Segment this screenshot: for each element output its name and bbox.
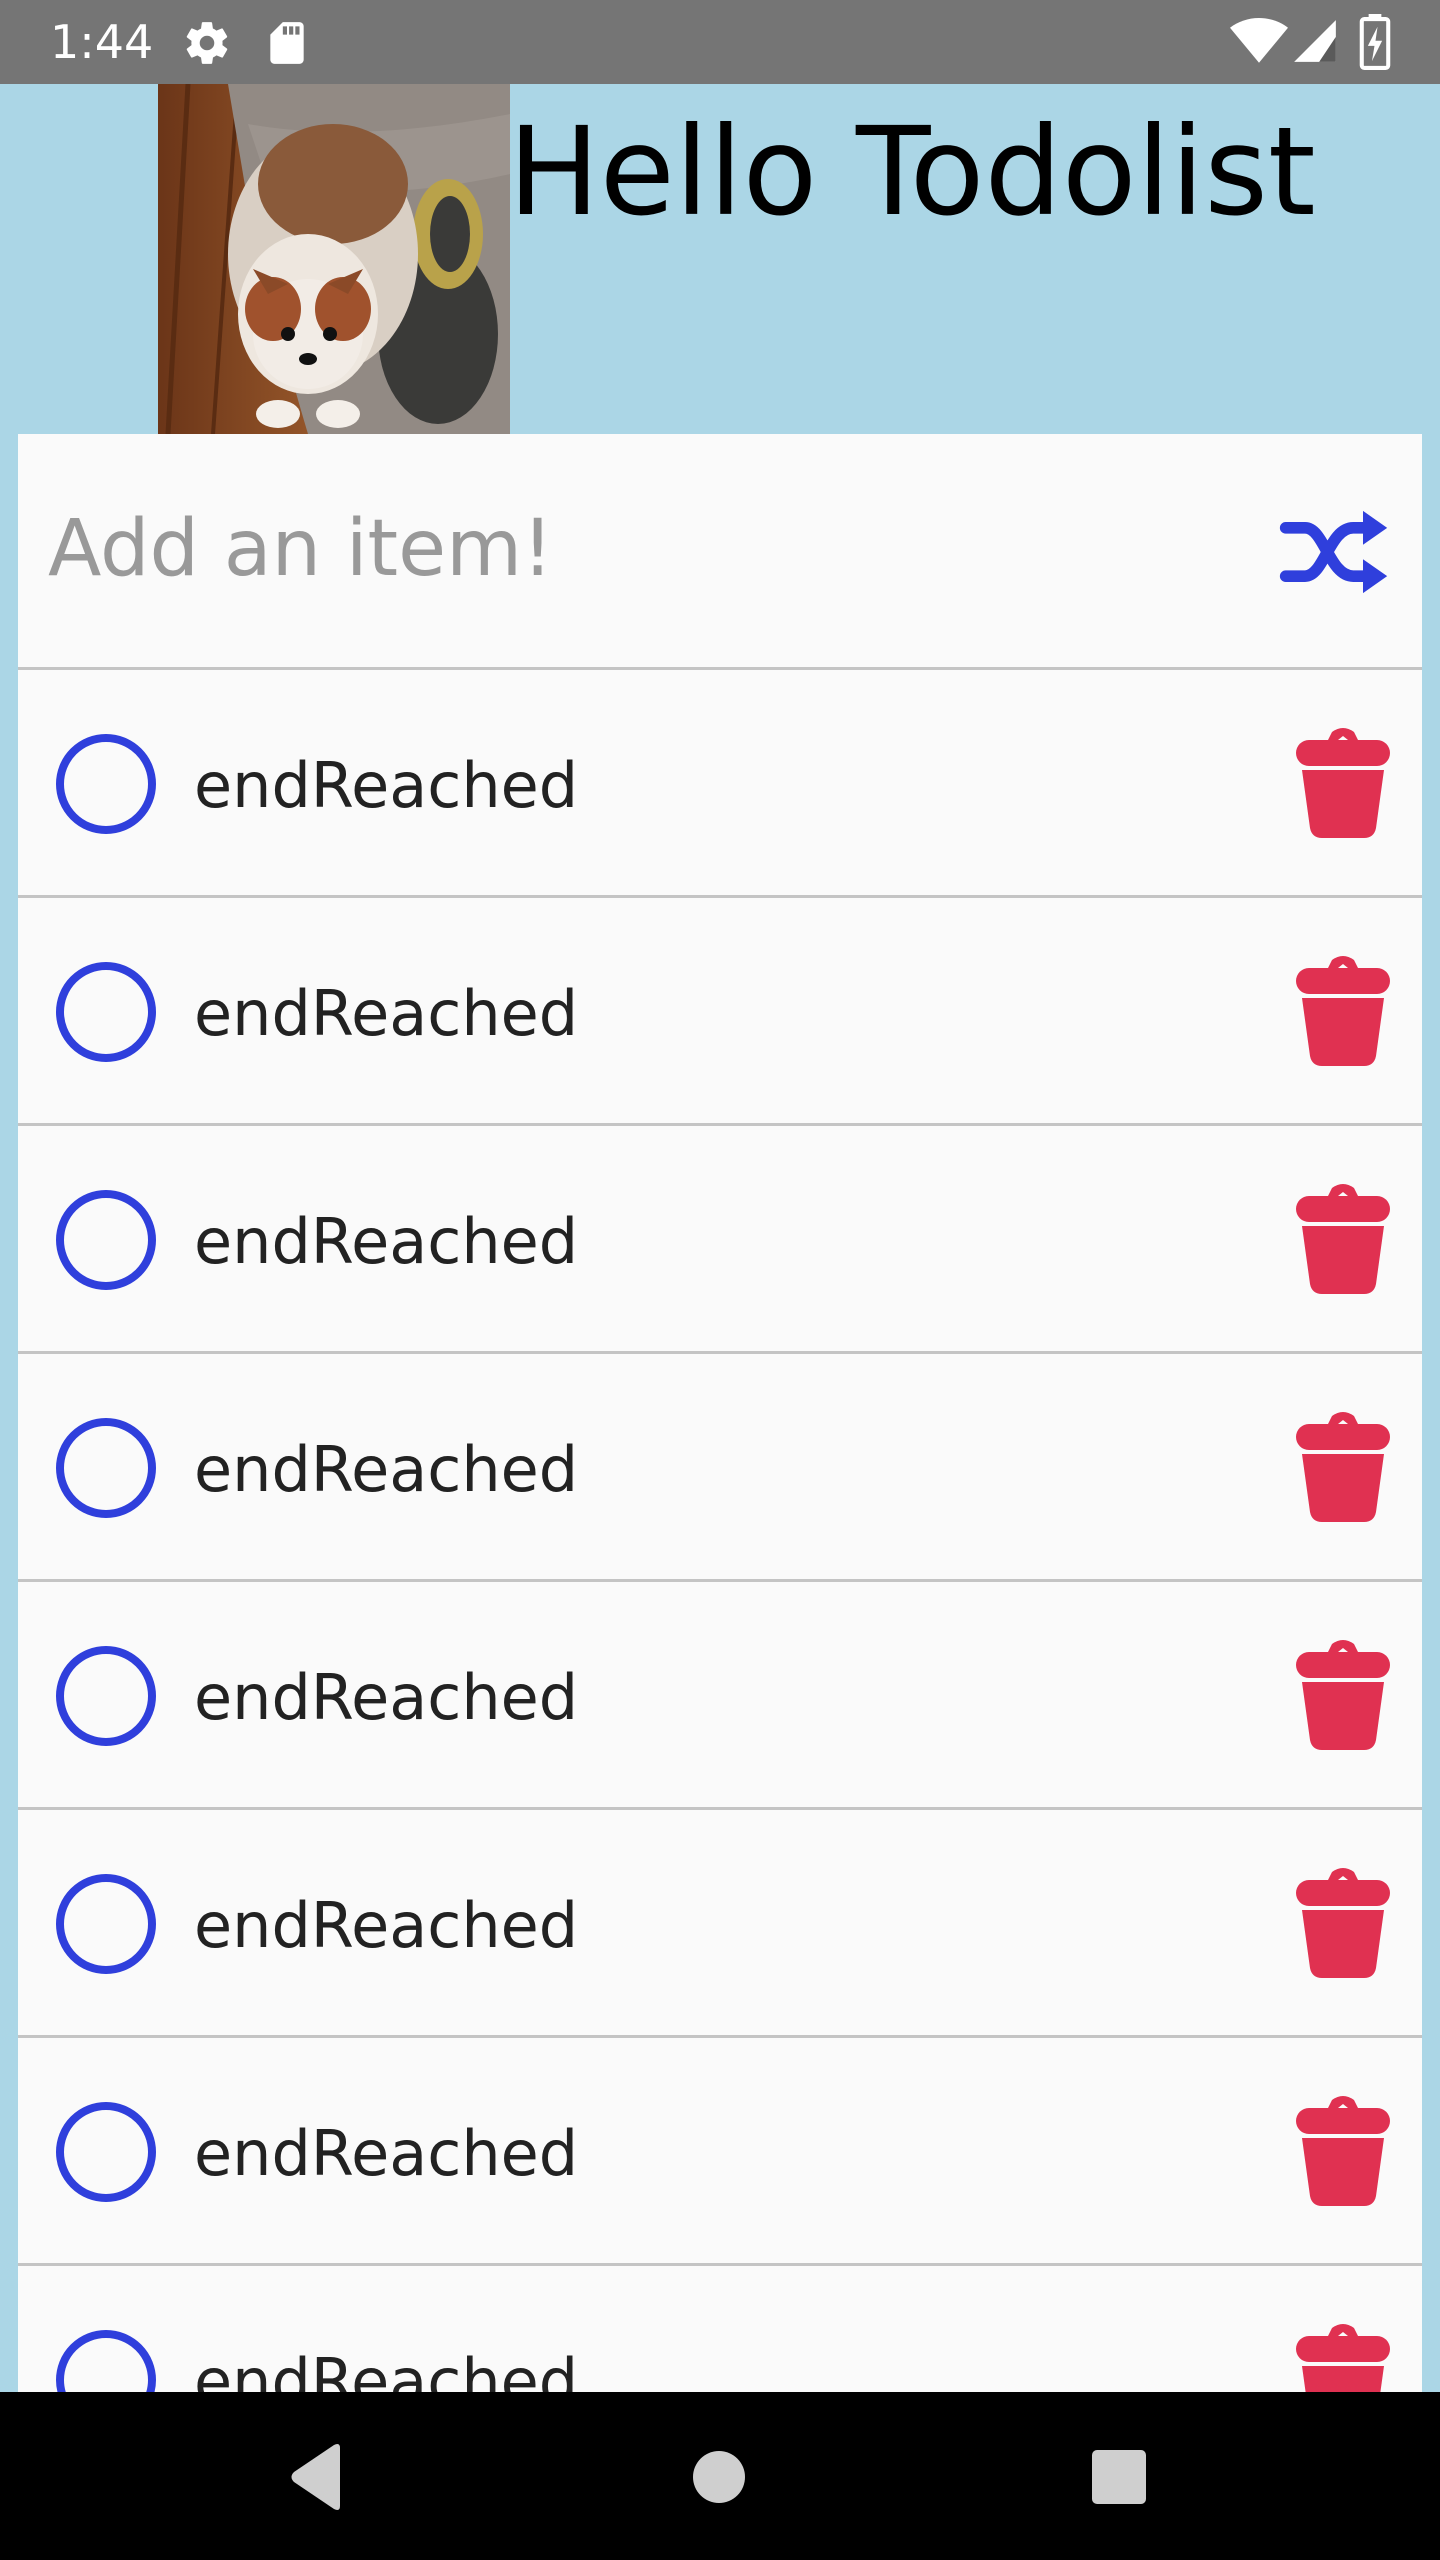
- nav-recents-button[interactable]: [1074, 2432, 1164, 2522]
- todo-checkbox[interactable]: [56, 1418, 156, 1518]
- todo-item: endReached: [18, 2266, 1422, 2392]
- cell-signal-icon: [1294, 20, 1336, 62]
- recents-square-icon: [1092, 2450, 1146, 2504]
- battery-charging-icon: [1359, 14, 1391, 70]
- delete-button[interactable]: [1288, 1412, 1398, 1524]
- trash-icon: [1296, 1868, 1390, 1978]
- trash-icon: [1296, 956, 1390, 1066]
- todo-text: endReached: [194, 2345, 579, 2392]
- trash-icon: [1296, 2096, 1390, 2206]
- todo-checkbox[interactable]: [56, 2330, 156, 2392]
- add-item-input[interactable]: [48, 484, 1188, 614]
- add-item-row: [18, 434, 1422, 670]
- todo-text: endReached: [194, 1433, 579, 1506]
- todo-item: endReached: [18, 898, 1422, 1126]
- todo-item: endReached: [18, 2038, 1422, 2266]
- todo-text: endReached: [194, 1205, 579, 1278]
- todo-item: endReached: [18, 1126, 1422, 1354]
- trash-icon: [1296, 2324, 1390, 2392]
- delete-button[interactable]: [1288, 728, 1398, 840]
- status-bar: 1:44: [0, 0, 1440, 84]
- header-title: Hello Todolist: [508, 101, 1316, 243]
- todo-text: endReached: [194, 1889, 579, 1962]
- nav-back-button[interactable]: [272, 2432, 362, 2522]
- delete-button[interactable]: [1288, 2324, 1398, 2392]
- todo-checkbox[interactable]: [56, 734, 156, 834]
- home-circle-icon: [693, 2451, 745, 2503]
- delete-button[interactable]: [1288, 1868, 1398, 1980]
- delete-button[interactable]: [1288, 956, 1398, 1068]
- todo-item: endReached: [18, 1582, 1422, 1810]
- todo-checkbox[interactable]: [56, 1646, 156, 1746]
- todo-text: endReached: [194, 977, 579, 1050]
- avatar: [158, 84, 510, 434]
- todo-text: endReached: [194, 1661, 579, 1734]
- todo-checkbox[interactable]: [56, 1874, 156, 1974]
- settings-gear-icon: [186, 22, 228, 64]
- trash-icon: [1296, 728, 1390, 838]
- todo-item: endReached: [18, 1354, 1422, 1582]
- status-time: 1:44: [50, 15, 154, 69]
- shuffle-button[interactable]: [1276, 494, 1392, 610]
- todo-checkbox[interactable]: [56, 1190, 156, 1290]
- todo-item: endReached: [18, 670, 1422, 898]
- todo-text: endReached: [194, 749, 579, 822]
- delete-button[interactable]: [1288, 1640, 1398, 1752]
- dog-photo: [158, 84, 510, 434]
- back-triangle-icon: [291, 2444, 340, 2510]
- wifi-icon: [1230, 18, 1288, 63]
- delete-button[interactable]: [1288, 1184, 1398, 1296]
- todo-checkbox[interactable]: [56, 962, 156, 1062]
- sd-card-icon: [270, 22, 304, 64]
- nav-home-button[interactable]: [674, 2432, 764, 2522]
- todo-item: endReached: [18, 1810, 1422, 2038]
- delete-button[interactable]: [1288, 2096, 1398, 2208]
- todo-text: endReached: [194, 2117, 579, 2190]
- todo-list[interactable]: endReached endReached endReached endReac…: [18, 670, 1422, 2392]
- trash-icon: [1296, 1412, 1390, 1522]
- navigation-bar: [0, 2392, 1440, 2560]
- trash-icon: [1296, 1640, 1390, 1750]
- shuffle-icon: [1279, 510, 1388, 594]
- trash-icon: [1296, 1184, 1390, 1294]
- header: Hello Todolist: [0, 84, 1440, 434]
- todo-checkbox[interactable]: [56, 2102, 156, 2202]
